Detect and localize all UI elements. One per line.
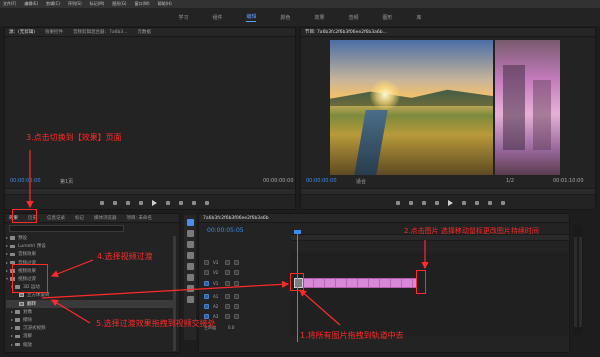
annotation-step-2: 2.点击图片 选择移动鼠标更改图片持续时间 [404, 227, 539, 235]
annotation-step-1: 1.将所有图片拖拽到轨道中去 [300, 331, 404, 340]
annotation-step-5: 5.选择过渡效果拖拽到视频交接处 [96, 319, 216, 328]
annotation-arrows [26, 150, 429, 326]
annotation-step-3: 3.点击切换到【效果】页面 [26, 133, 122, 142]
annotation-step-4: 4.选择视频过渡 [97, 252, 153, 261]
